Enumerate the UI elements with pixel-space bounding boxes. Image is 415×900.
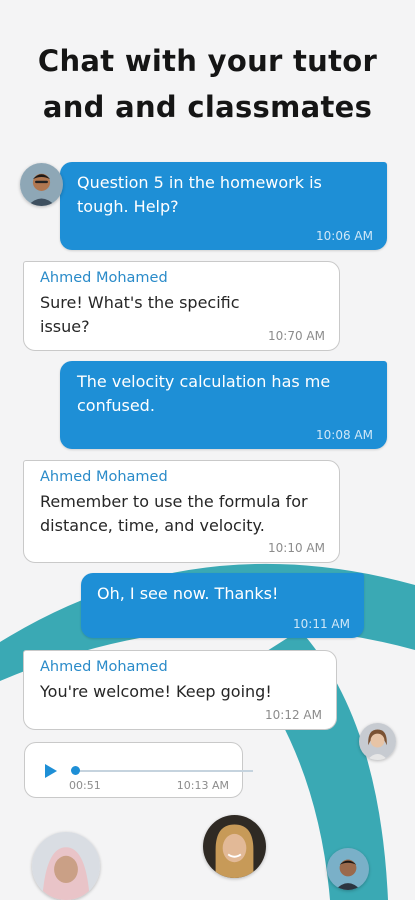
page-headline: Chat with your tutor and and classmates [0, 38, 415, 130]
classmate-avatar[interactable] [359, 723, 396, 760]
sender-name[interactable]: Ahmed Mohamed [40, 268, 289, 288]
message-bubble-incoming[interactable]: Ahmed Mohamed Remember to use the formul… [23, 460, 340, 563]
message-bubble-outgoing[interactable]: Oh, I see now. Thanks! 10:11 AM [81, 573, 364, 638]
classmate-avatar[interactable] [32, 832, 100, 900]
message-timestamp: 10:08 AM [316, 428, 373, 442]
message-text: You're welcome! Keep going! [40, 682, 272, 701]
student-avatar[interactable] [20, 163, 63, 206]
message-timestamp: 10:06 AM [316, 229, 373, 243]
message-text: Question 5 in the homework is tough. Hel… [77, 173, 322, 216]
message-timestamp: 10:70 AM [268, 329, 325, 343]
play-icon[interactable] [44, 763, 58, 779]
message-bubble-incoming[interactable]: Ahmed Mohamed Sure! What's the specific … [23, 261, 340, 351]
headline-line-2: and and classmates [42, 90, 373, 124]
sender-name[interactable]: Ahmed Mohamed [40, 467, 309, 487]
message-bubble-incoming[interactable]: Ahmed Mohamed You're welcome! Keep going… [23, 650, 337, 730]
message-timestamp: 10:13 AM [176, 779, 229, 792]
message-text: Remember to use the formula for distance… [40, 492, 308, 535]
message-timestamp: 10:10 AM [268, 541, 325, 555]
audio-position: 00:51 [69, 779, 101, 792]
headline-line-1: Chat with your tutor [37, 44, 378, 78]
classmate-avatar[interactable] [203, 815, 266, 878]
message-bubble-outgoing[interactable]: Question 5 in the homework is tough. Hel… [60, 162, 387, 250]
audio-progress-track[interactable] [75, 770, 253, 772]
classmate-avatar[interactable] [327, 848, 369, 890]
message-timestamp: 10:12 AM [265, 708, 322, 722]
voice-message-bubble[interactable]: 00:51 10:13 AM [24, 742, 253, 798]
message-text: Sure! What's the specific issue? [40, 293, 240, 336]
message-text: Oh, I see now. Thanks! [97, 584, 279, 603]
audio-scrubber-handle[interactable] [71, 766, 80, 775]
message-text: The velocity calculation has me confused… [77, 372, 331, 415]
sender-name[interactable]: Ahmed Mohamed [40, 657, 316, 677]
message-bubble-outgoing[interactable]: The velocity calculation has me confused… [60, 361, 387, 449]
message-timestamp: 10:11 AM [293, 617, 350, 631]
